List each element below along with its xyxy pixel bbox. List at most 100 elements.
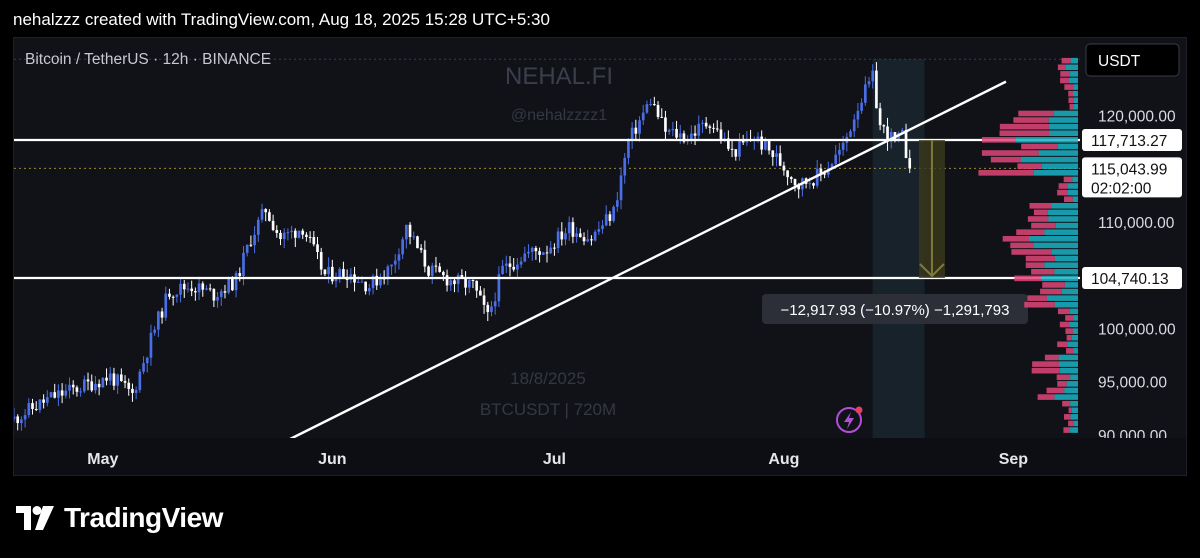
currency-button-label: USDT — [1098, 53, 1141, 70]
candle-body — [664, 117, 667, 132]
candle-body — [593, 231, 597, 241]
volume-profile-buy — [1028, 235, 1078, 242]
volume-profile-sell — [1056, 374, 1071, 381]
candle-body — [856, 110, 860, 120]
measure-label: −12,917.93 (−10.97%) −1,291,793 — [781, 302, 1010, 319]
candle-body — [127, 382, 131, 389]
candle-body — [397, 254, 401, 261]
candle-body — [564, 233, 567, 240]
volume-profile-sell — [1060, 77, 1069, 84]
candle-body — [249, 244, 253, 246]
candle-body — [527, 251, 530, 254]
candle-body — [675, 128, 678, 138]
candle-body — [571, 222, 575, 237]
candle-body — [212, 288, 216, 301]
symbol-label: Bitcoin / TetherUS · 12h · BINANCE — [25, 51, 271, 68]
candle-body — [71, 384, 75, 388]
candle-body — [608, 214, 612, 221]
y-tick-label: 110,000.00 — [1098, 215, 1175, 232]
candle-body — [219, 291, 223, 297]
volume-profile-buy — [1071, 334, 1078, 341]
candle-body — [175, 294, 179, 297]
candle-body — [264, 209, 268, 213]
candle-body — [860, 102, 863, 111]
candle-body — [471, 279, 475, 281]
candle-body — [778, 153, 782, 166]
candle-body — [342, 269, 345, 277]
candle-body — [556, 231, 560, 248]
candle-body — [875, 70, 878, 109]
candle-body — [653, 104, 656, 106]
x-tick-label: Aug — [768, 451, 799, 468]
volume-profile-sell — [1068, 407, 1072, 414]
volume-profile-buy — [1065, 64, 1078, 71]
volume-profile-sell — [1031, 222, 1056, 229]
candle-body — [841, 142, 845, 150]
tradingview-logo-icon — [16, 506, 54, 530]
candle-body — [690, 133, 693, 140]
candle-body — [553, 247, 556, 249]
candle-body — [541, 252, 545, 255]
y-tick-label: 95,000.00 — [1098, 375, 1167, 392]
candle-body — [482, 295, 486, 305]
candle-body — [79, 391, 82, 393]
candle-body — [442, 271, 445, 276]
candle-body — [271, 220, 275, 230]
candle-body — [560, 231, 564, 240]
volume-profile-sell — [1057, 64, 1066, 71]
candle-body — [538, 251, 541, 255]
candle-body — [323, 269, 327, 275]
candle-body — [379, 278, 382, 286]
candle-body — [157, 311, 160, 330]
volume-profile-buy — [1073, 104, 1078, 110]
candle-body — [53, 392, 57, 398]
candlestick-chart[interactable]: NEHAL.FI @nehalzzzz1 18/8/2025 BTCUSDT | 72… — [14, 38, 1187, 476]
candle-body — [290, 230, 293, 233]
volume-profile-sell — [1013, 117, 1049, 123]
candle-body — [64, 390, 68, 396]
volume-profile-sell — [990, 156, 1021, 163]
lower-level-price-label: 104,740.13 — [1091, 271, 1169, 288]
candle-body — [256, 219, 260, 235]
candle-body — [327, 266, 330, 275]
candle-body — [68, 384, 71, 391]
volume-profile-sell — [1046, 387, 1065, 394]
candle-body — [134, 390, 138, 393]
candle-body — [153, 329, 156, 333]
candle-body — [693, 133, 697, 136]
y-tick-label: 120,000.00 — [1098, 109, 1176, 126]
candle-body — [279, 232, 282, 240]
candle-body — [697, 123, 701, 136]
candle-body — [438, 266, 441, 272]
candle-body — [615, 200, 619, 207]
candle-body — [708, 126, 712, 128]
volume-profile-buy — [1071, 407, 1078, 414]
candle-body — [578, 233, 582, 238]
volume-profile-buy — [1048, 216, 1078, 222]
candle-body — [14, 416, 16, 419]
volume-profile-sell — [1057, 341, 1068, 348]
candle-body — [168, 293, 171, 297]
volume-profile-sell — [1017, 163, 1042, 170]
volume-profile-sell — [1031, 367, 1060, 374]
candle-body — [275, 229, 279, 233]
volume-profile-buy — [1073, 84, 1078, 90]
candle-body — [715, 128, 719, 130]
volume-profile-sell — [1014, 275, 1042, 282]
volume-profile-sell — [981, 137, 1016, 143]
current-price-label: 115,043.99 — [1091, 161, 1167, 178]
candle-body — [282, 232, 286, 240]
volume-profile-sell — [1066, 334, 1072, 341]
volume-profile-sell — [1057, 308, 1070, 315]
candle-body — [293, 230, 297, 238]
volume-profile-buy — [1067, 183, 1078, 189]
candle-body — [738, 140, 741, 157]
volume-profile-sell — [1044, 354, 1059, 361]
candle-body — [767, 140, 771, 151]
volume-profile-buy — [1073, 420, 1078, 427]
candle-body — [671, 128, 675, 131]
candle-body — [782, 165, 786, 171]
volume-profile-sell — [1018, 110, 1054, 117]
chart-panel[interactable]: NEHAL.FI @nehalzzzz1 18/8/2025 BTCUSDT | 72… — [13, 37, 1187, 476]
volume-profile-sell — [1058, 183, 1068, 189]
